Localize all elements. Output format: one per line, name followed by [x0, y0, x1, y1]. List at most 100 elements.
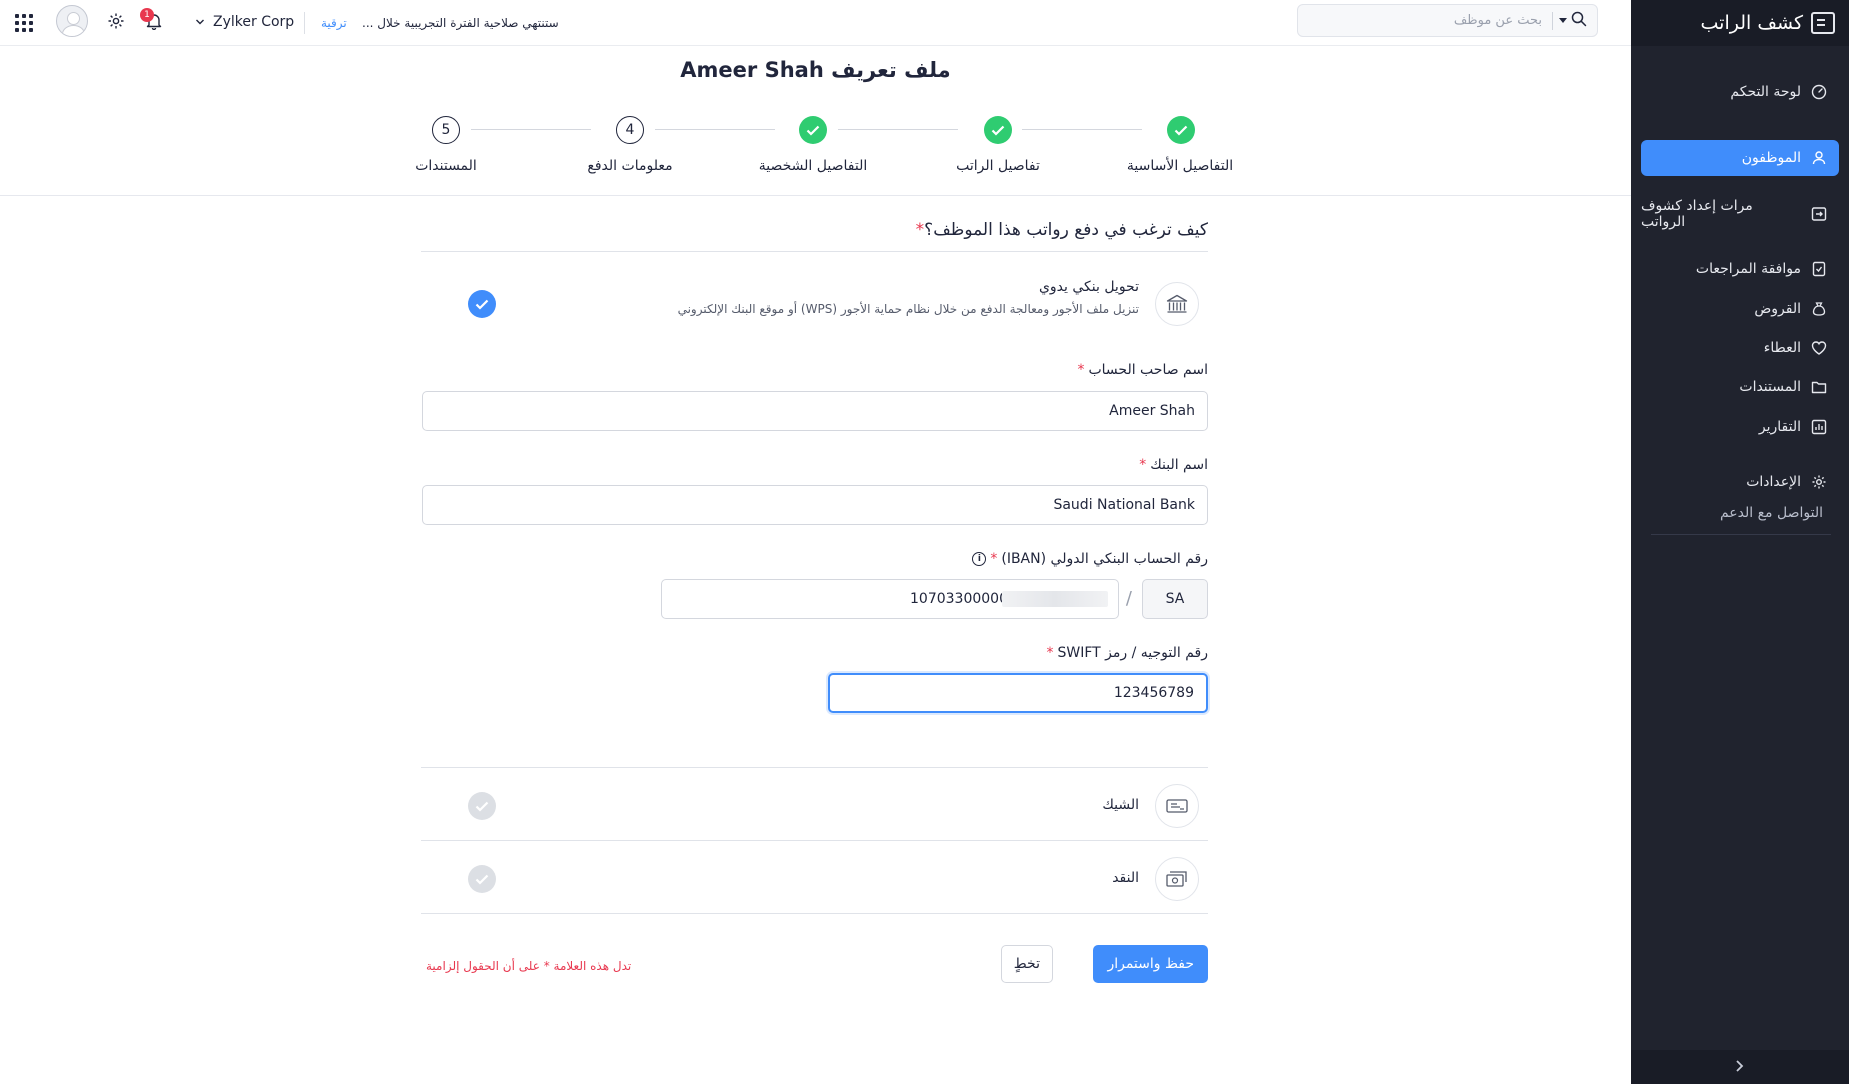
cheque-icon	[1155, 784, 1199, 828]
sidebar-divider	[1651, 534, 1831, 535]
search-input[interactable]	[1308, 13, 1542, 28]
chevron-right-icon	[1735, 1058, 1745, 1077]
step-label-basic-details: التفاصيل الأساسية	[1126, 158, 1234, 174]
bank-name-input[interactable]	[422, 485, 1208, 525]
account-holder-label-text: اسم صاحب الحساب	[1088, 362, 1208, 378]
search-divider	[1552, 11, 1553, 30]
sidebar-item-pay-runs[interactable]: مرات إعداد كشوف الرواتب	[1641, 196, 1839, 232]
payroll-logo-icon	[1811, 12, 1835, 34]
cash-title: النقد	[1112, 870, 1139, 886]
save-and-continue-button[interactable]: حفظ واستمرار	[1093, 945, 1208, 983]
required-mark: *	[990, 551, 998, 567]
required-fields-note: تدل هذه العلامة * على أن الحقول إلزامية	[426, 959, 632, 973]
step-connector	[1022, 129, 1142, 130]
bank-transfer-title: تحويل بنكي يدوي	[1038, 279, 1139, 295]
swift-label-text: رقم التوجيه / رمز SWIFT	[1057, 645, 1209, 661]
method-divider	[421, 840, 1208, 841]
account-holder-label: اسم صاحب الحساب *	[1077, 362, 1208, 378]
swift-code-input[interactable]	[828, 673, 1208, 713]
sidebar-item-label: لوحة التحكم	[1730, 84, 1801, 100]
step-connector	[655, 129, 775, 130]
cheque-title: الشيك	[1102, 797, 1139, 813]
progress-stepper: التفاصيل الأساسية تفاصيل الراتب التفاصيل…	[0, 110, 1631, 180]
sidebar-item-dashboard[interactable]: لوحة التحكم	[1641, 74, 1839, 110]
app-title: كشف الراتب	[1700, 12, 1803, 34]
trial-expiry-text: ستنتهي صلاحية الفترة التجريبية خلال ...	[362, 16, 559, 30]
upgrade-link[interactable]: ترقية	[321, 16, 347, 30]
method-divider	[421, 913, 1208, 914]
step-basic-details-done-icon[interactable]	[1167, 116, 1195, 144]
pay-runs-icon	[1811, 206, 1827, 222]
sidebar-item-label: القروض	[1754, 301, 1801, 317]
sidebar-item-giving[interactable]: العطاء	[1641, 330, 1839, 366]
topbar-divider	[304, 12, 305, 34]
trial-banner: ترقية ستنتهي صلاحية الفترة التجريبية خلا…	[321, 16, 559, 30]
app-launcher-icon[interactable]	[15, 14, 33, 32]
cash-unselected-check-icon[interactable]	[468, 865, 496, 893]
avatar[interactable]	[56, 5, 88, 37]
step-payment-info-number[interactable]: 4	[616, 116, 644, 144]
page-title: ملف تعريف Ameer Shah	[680, 58, 951, 82]
step-personal-details-done-icon[interactable]	[799, 116, 827, 144]
sidebar-item-label: العطاء	[1763, 340, 1801, 356]
skip-button[interactable]: تخطٍ	[1000, 945, 1053, 983]
dashboard-icon	[1811, 84, 1827, 100]
sidebar-item-label: مرات إعداد كشوف الرواتب	[1641, 198, 1753, 230]
bank-transfer-selected-check-icon[interactable]	[468, 290, 496, 318]
step-label-personal-details: التفاصيل الشخصية	[758, 158, 868, 174]
sidebar: كشف الراتب لوحة التحكم الموظفون مرات إعد…	[1631, 0, 1849, 1084]
approvals-icon	[1811, 261, 1827, 277]
sidebar-header: كشف الراتب	[1631, 0, 1849, 46]
sidebar-collapse-button[interactable]	[1631, 1050, 1849, 1084]
bank-transfer-description: تنزيل ملف الأجور ومعالجة الدفع من خلال ن…	[677, 302, 1139, 316]
cash-icon	[1155, 857, 1199, 901]
sidebar-item-documents[interactable]: المستندات	[1641, 369, 1839, 405]
cheque-unselected-check-icon[interactable]	[468, 792, 496, 820]
loans-icon	[1811, 301, 1827, 317]
sidebar-item-loans[interactable]: القروض	[1641, 291, 1839, 327]
step-connector	[471, 129, 591, 130]
sidebar-item-reports[interactable]: التقارير	[1641, 409, 1839, 445]
iban-label-text: رقم الحساب البنكي الدولي (IBAN)	[1001, 551, 1208, 567]
iban-country-prefix: SA	[1142, 579, 1208, 619]
sidebar-item-settings[interactable]: الإعدادات	[1641, 464, 1839, 500]
settings-gear-icon[interactable]	[107, 12, 125, 30]
required-mark: *	[915, 220, 925, 240]
info-icon[interactable]: i	[972, 552, 987, 566]
step-label-salary-details: تفاصيل الراتب	[956, 158, 1040, 174]
bank-icon	[1155, 282, 1199, 326]
topbar: 1 Zylker Corp ترقية ستنتهي صلاحية الفترة…	[0, 0, 1631, 46]
step-label-documents: المستندات	[415, 158, 477, 174]
method-divider	[421, 767, 1208, 768]
search-filter-caret-icon[interactable]	[1559, 18, 1567, 23]
step-label-payment-info: معلومات الدفع	[587, 158, 673, 174]
sidebar-item-employees[interactable]: الموظفون	[1641, 140, 1839, 176]
sidebar-item-label: المستندات	[1739, 379, 1801, 395]
organization-switcher[interactable]: Zylker Corp	[195, 14, 294, 30]
iban-masked-digits	[1002, 591, 1108, 607]
sidebar-item-approvals[interactable]: موافقة المراجعات	[1641, 251, 1839, 287]
question-text: كيف ترغب في دفع رواتب هذا الموظف؟	[924, 220, 1208, 240]
step-connector	[838, 129, 958, 130]
employee-search[interactable]	[1297, 4, 1598, 37]
sidebar-item-label: التقارير	[1758, 419, 1801, 435]
required-mark: *	[1139, 457, 1147, 473]
step-salary-details-done-icon[interactable]	[984, 116, 1012, 144]
sidebar-item-label: موافقة المراجعات	[1695, 261, 1801, 277]
account-holder-input[interactable]	[422, 391, 1208, 431]
reports-icon	[1811, 419, 1827, 435]
bank-name-label-text: اسم البنك	[1150, 457, 1208, 473]
bank-name-label: اسم البنك *	[1139, 457, 1208, 473]
search-icon[interactable]	[1571, 11, 1587, 31]
iban-separator: /	[1125, 588, 1132, 609]
sidebar-item-label: الإعدادات	[1746, 474, 1801, 490]
payment-method-question: كيف ترغب في دفع رواتب هذا الموظف؟*	[916, 220, 1208, 240]
folder-icon	[1811, 379, 1827, 395]
step-documents-number[interactable]: 5	[432, 116, 460, 144]
iban-label: رقم الحساب البنكي الدولي (IBAN) * i	[972, 551, 1208, 567]
question-divider	[421, 251, 1208, 252]
contact-support-link[interactable]: التواصل مع الدعم	[1720, 505, 1823, 521]
organization-name: Zylker Corp	[213, 14, 295, 30]
required-mark: *	[1077, 362, 1085, 378]
swift-label: رقم التوجيه / رمز SWIFT *	[1047, 645, 1209, 661]
